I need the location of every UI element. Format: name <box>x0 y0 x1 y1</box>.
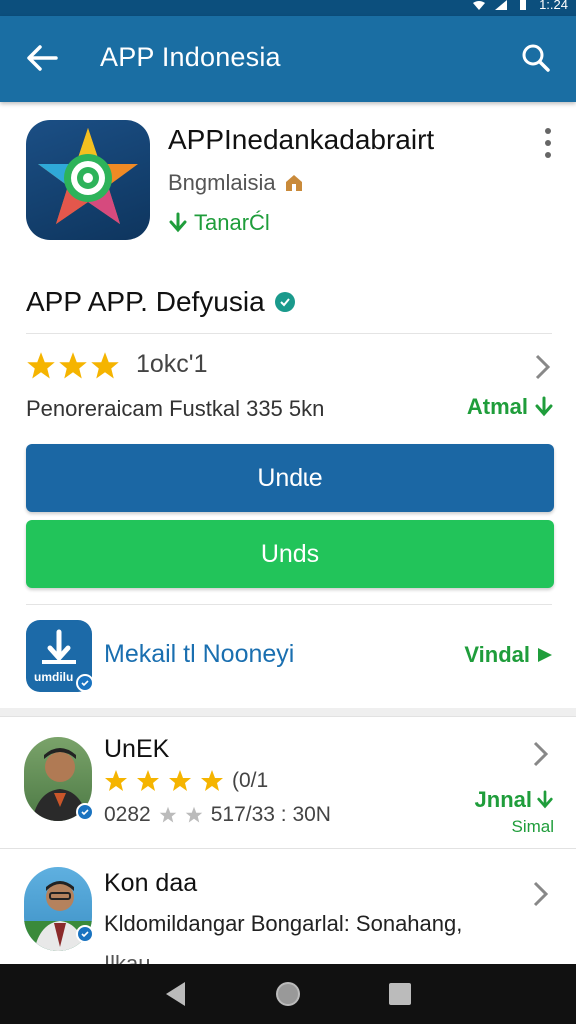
feature-action-label: Vindal <box>464 642 530 667</box>
review-rating-row: (0/1 <box>104 769 268 793</box>
divider <box>26 333 552 334</box>
circle-home-icon <box>276 982 300 1006</box>
reviewer-name: UnEK <box>104 735 170 763</box>
menu-dot <box>545 152 551 158</box>
review-action[interactable]: Jnnal <box>475 787 554 813</box>
section-divider <box>0 708 576 716</box>
review-rating-text: (0/1 <box>232 769 269 792</box>
review-card[interactable]: Kon daa Kldomildangar Bongarlal: Sonahan… <box>0 848 576 964</box>
feature-app-icon[interactable]: umdilu <box>26 620 94 692</box>
tag-row: TanarĆl <box>168 210 270 236</box>
app-bar: APP Indonesia <box>0 16 576 102</box>
battery-icon <box>520 0 527 10</box>
developer-name: Bngmlaisia <box>168 170 276 195</box>
star-filled-icon <box>91 352 119 379</box>
badge-icon <box>76 925 94 943</box>
verified-icon <box>274 292 295 312</box>
app-subtitle-row: APP APP. Defyusia <box>26 286 295 318</box>
primary-button[interactable]: Undɩe <box>26 444 554 512</box>
review-meta-row: 0282 517/33 : 30N <box>104 803 331 827</box>
status-bar: 1:.24 <box>0 0 576 16</box>
app-subtitle: APP APP. Defyusia <box>26 286 265 317</box>
star-filled-icon <box>105 770 127 791</box>
reviewer-name: Kon daa <box>104 869 198 897</box>
review-sub-label: Simal <box>511 817 554 836</box>
feature-action[interactable]: Vindal <box>464 642 554 668</box>
star-filled-icon <box>201 770 223 791</box>
app-icon[interactable] <box>26 120 150 240</box>
secondary-button[interactable]: Unds <box>26 520 554 588</box>
star-filled-icon <box>137 770 159 791</box>
menu-dot <box>545 140 551 146</box>
review-text: Kldomildangar Bongarlal: Sonahang, <box>104 911 463 936</box>
feature-label[interactable]: Mekail tl Nooneyi <box>104 640 294 669</box>
review-meta-detail: 517/33 : 30N <box>210 803 331 826</box>
nav-recents-button[interactable] <box>380 974 420 1014</box>
overflow-menu-button[interactable] <box>538 128 558 158</box>
rating-row[interactable]: 1okc'1 <box>26 348 556 388</box>
star-filled-icon <box>169 770 191 791</box>
menu-dot <box>545 128 551 134</box>
star-empty-icon <box>185 806 202 823</box>
description-action[interactable]: Atmal <box>467 394 554 420</box>
chevron-right-icon <box>535 354 551 380</box>
download-arrow-icon <box>169 212 187 233</box>
nav-home-button[interactable] <box>268 974 308 1014</box>
star-rating <box>26 351 120 381</box>
back-arrow-icon <box>27 45 58 71</box>
app-name: APPInedankadabrairt <box>168 124 435 155</box>
review-action-label: Jnnal <box>474 787 532 812</box>
divider <box>26 604 552 605</box>
home-icon <box>285 175 302 191</box>
triangle-back-icon <box>166 982 185 1006</box>
square-recents-icon <box>389 983 411 1005</box>
description-action-label: Atmal <box>466 394 528 419</box>
tag-label: TanarĆl <box>194 210 270 235</box>
download-arrow-icon <box>535 396 553 417</box>
back-button[interactable] <box>22 38 62 78</box>
system-nav-bar <box>0 964 576 1024</box>
arrow-right-icon <box>538 648 552 662</box>
star-empty-icon <box>159 806 176 823</box>
star-filled-icon <box>59 352 87 379</box>
status-icons: 1:.24 <box>473 0 568 12</box>
review-text-more: Ilkau <box>104 951 151 964</box>
review-card[interactable]: UnEK (0/1 0282 517/33 : 30N Jnnal Simal <box>0 716 576 844</box>
app-description: Penoreraicam Fustkal 335 5kn <box>26 396 325 421</box>
page-title: APP Indonesia <box>100 42 281 72</box>
signal-icon <box>495 0 508 10</box>
search-button[interactable] <box>516 38 556 78</box>
status-time: 1:.24 <box>539 0 568 12</box>
feature-icon-text: umdilu <box>34 670 74 684</box>
nav-back-button[interactable] <box>156 974 196 1014</box>
search-icon <box>522 44 550 72</box>
rating-count: 1okc'1 <box>136 350 208 378</box>
star-logo-icon <box>38 128 138 224</box>
badge-icon <box>76 674 94 692</box>
download-arrow-icon <box>537 790 553 809</box>
badge-icon <box>76 803 94 821</box>
chevron-right-icon <box>533 881 549 907</box>
review-meta: 0282 <box>104 803 151 826</box>
star-filled-icon <box>27 352 55 379</box>
wifi-icon <box>473 0 486 10</box>
chevron-right-icon <box>533 741 549 767</box>
developer-row[interactable]: Bngmlaisia <box>168 170 304 196</box>
